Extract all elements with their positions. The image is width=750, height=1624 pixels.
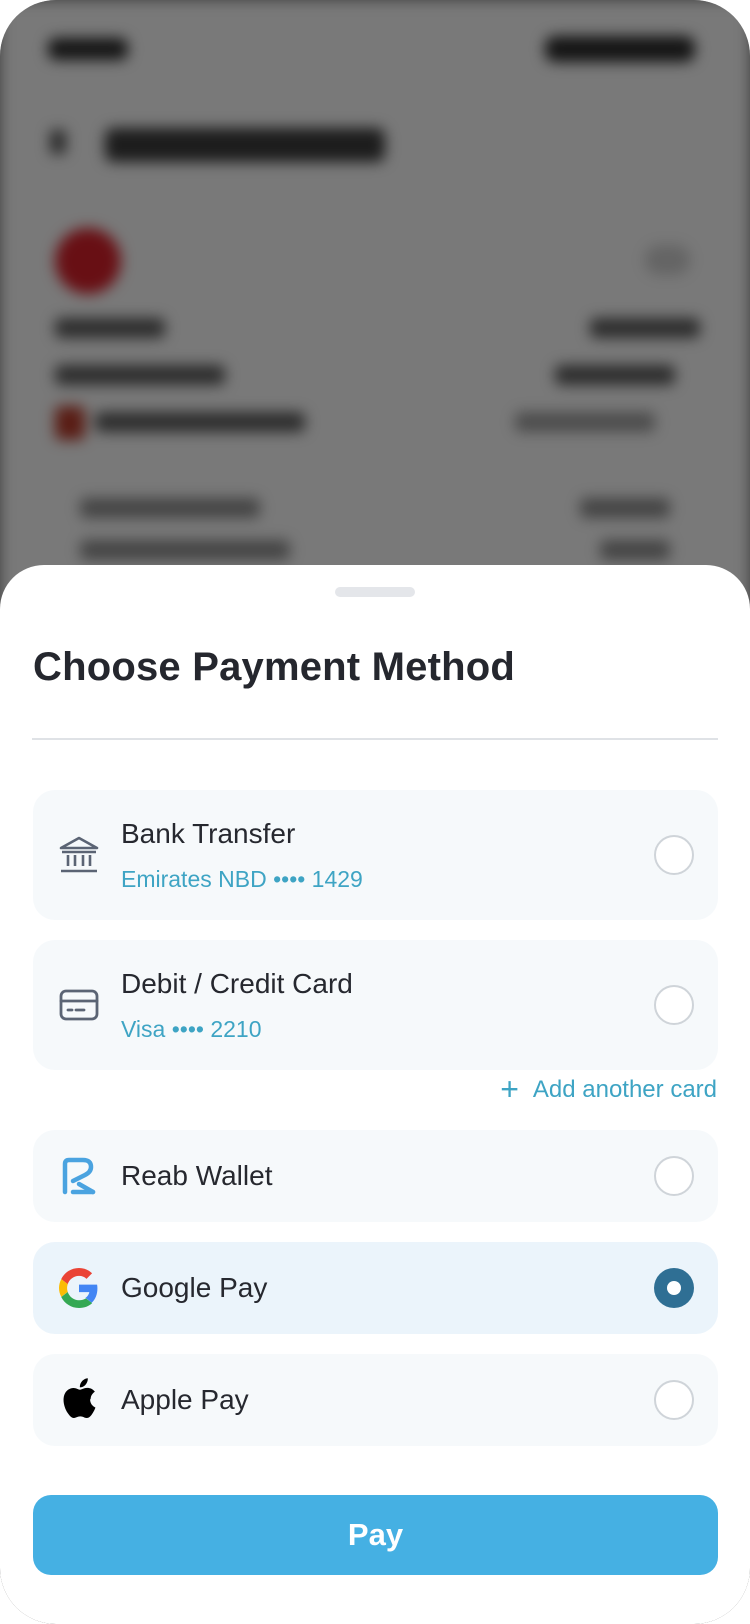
card-icon — [57, 983, 101, 1027]
sheet-title: Choose Payment Method — [33, 645, 516, 689]
add-card-label: Add another card — [532, 1076, 717, 1103]
divider — [32, 738, 718, 740]
radio-reab-wallet[interactable] — [654, 1156, 694, 1196]
option-detail: Visa •••• 2210 — [121, 1016, 262, 1042]
payment-method-sheet: Choose Payment Method Bank Transfer Emir… — [0, 565, 750, 1624]
radio-google-pay[interactable] — [654, 1268, 694, 1308]
option-label: Bank Transfer — [121, 818, 296, 849]
radio-bank-transfer[interactable] — [654, 835, 694, 875]
google-icon — [57, 1266, 101, 1310]
payment-option-reab-wallet[interactable]: Reab Wallet — [33, 1130, 718, 1222]
payment-option-google-pay[interactable]: Google Pay — [33, 1242, 718, 1334]
bank-icon — [57, 833, 101, 877]
radio-apple-pay[interactable] — [654, 1380, 694, 1420]
payment-option-bank-transfer[interactable]: Bank Transfer Emirates NBD •••• 1429 — [33, 790, 718, 920]
option-label: Apple Pay — [121, 1384, 249, 1415]
plus-icon: + — [500, 1071, 519, 1107]
apple-icon — [57, 1376, 101, 1420]
reab-wallet-icon — [57, 1154, 101, 1198]
payment-option-card[interactable]: Debit / Credit Card Visa •••• 2210 — [33, 940, 718, 1070]
sheet-drag-handle[interactable] — [335, 587, 415, 597]
pay-button[interactable]: Pay — [33, 1495, 718, 1575]
option-label: Google Pay — [121, 1272, 268, 1303]
phone-screen: Choose Payment Method Bank Transfer Emir… — [0, 0, 750, 1624]
option-label: Reab Wallet — [121, 1160, 273, 1191]
payment-option-apple-pay[interactable]: Apple Pay — [33, 1354, 718, 1446]
radio-card[interactable] — [654, 985, 694, 1025]
option-detail: Emirates NBD •••• 1429 — [121, 866, 363, 892]
option-label: Debit / Credit Card — [121, 968, 353, 999]
add-another-card-button[interactable]: + Add another card — [500, 1071, 717, 1107]
